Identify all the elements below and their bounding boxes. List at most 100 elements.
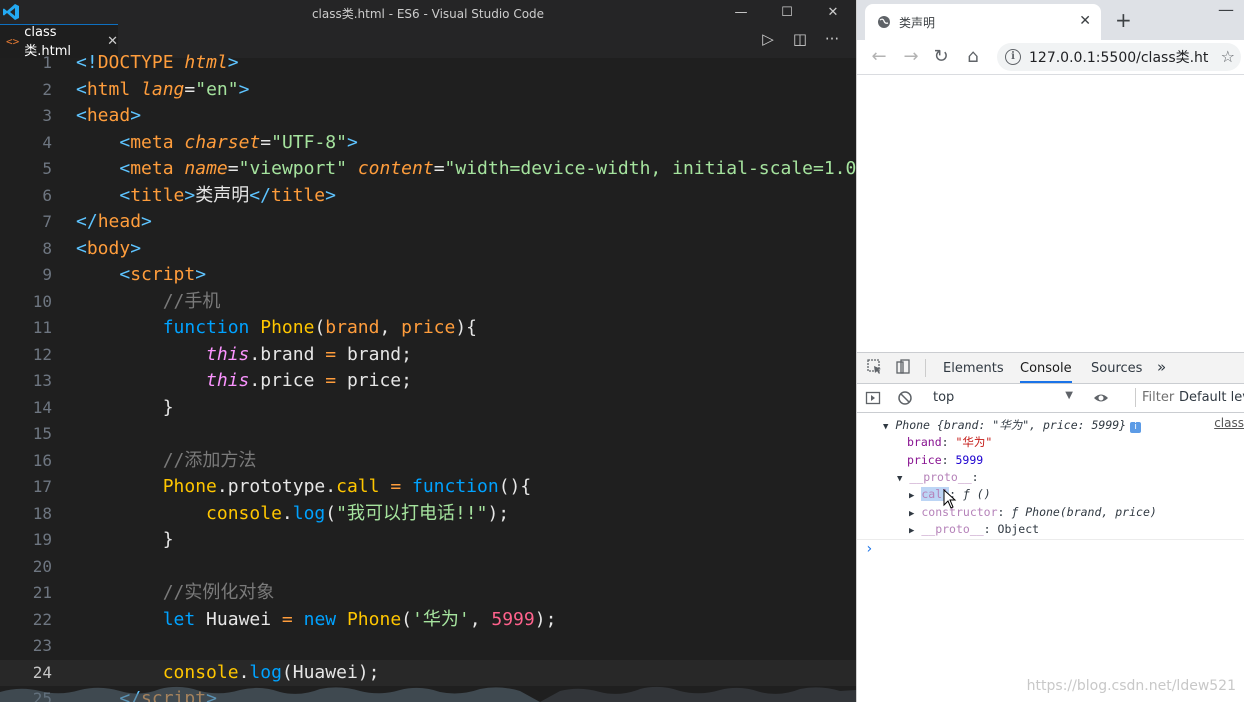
line-number: 2 bbox=[42, 79, 52, 99]
code-line[interactable]: 1 <!DOCTYPE html> bbox=[0, 50, 856, 76]
code-token: Phone bbox=[346, 608, 402, 630]
bookmark-star-icon[interactable]: ☆ bbox=[1221, 47, 1235, 66]
devtools-panel: Elements Console Sources » top ▼ Filter bbox=[857, 352, 1244, 702]
code-line[interactable]: 15 bbox=[0, 421, 856, 447]
code-token: "viewport" bbox=[238, 158, 347, 179]
back-icon[interactable]: ← bbox=[869, 46, 889, 67]
code-token: title bbox=[130, 184, 185, 206]
maximize-button[interactable]: ☐ bbox=[764, 0, 810, 24]
close-tab-icon[interactable]: ✕ bbox=[107, 34, 118, 49]
line-number: 17 bbox=[32, 477, 52, 496]
reload-icon[interactable]: ↻ bbox=[931, 46, 951, 67]
code-line[interactable]: 8 <body> bbox=[0, 236, 856, 262]
property-proto[interactable]: ▼ __proto__: bbox=[897, 469, 979, 487]
eye-icon[interactable] bbox=[1093, 390, 1109, 406]
code-token: charset bbox=[184, 131, 261, 153]
tab-sources[interactable]: Sources bbox=[1091, 361, 1142, 376]
context-selector[interactable]: top ▼ bbox=[933, 390, 1073, 405]
close-browser-tab-icon[interactable]: ✕ bbox=[1079, 13, 1091, 29]
code-token: function bbox=[412, 476, 499, 497]
log-levels-select[interactable]: Default lev bbox=[1179, 390, 1244, 405]
code-token: </ bbox=[76, 211, 98, 232]
clear-console-icon[interactable] bbox=[897, 390, 913, 406]
code-editor[interactable]: 1 <!DOCTYPE html> 2 <html lang="en"> 3 <head>… bbox=[0, 50, 856, 702]
console-log-entry[interactable]: ▼ Phone {brand: "华为", price: 5999} i bbox=[883, 417, 1142, 435]
line-number: 23 bbox=[32, 636, 52, 655]
property-proto-object[interactable]: ▶ __proto__: Object bbox=[909, 521, 1039, 539]
code-text: <head> bbox=[76, 103, 141, 129]
line-number: 13 bbox=[32, 371, 52, 390]
forward-icon[interactable]: → bbox=[901, 46, 921, 67]
code-line[interactable]: 6 <title>类声明</title> bbox=[0, 183, 856, 209]
close-window-button[interactable]: ✕ bbox=[810, 0, 856, 24]
source-link[interactable]: class bbox=[1214, 416, 1244, 430]
device-toolbar-icon[interactable] bbox=[895, 359, 911, 375]
code-line[interactable]: 5 <meta name="viewport" content="width=d… bbox=[0, 156, 856, 182]
line-number: 11 bbox=[32, 318, 52, 337]
code-token: (){ bbox=[498, 476, 532, 497]
code-token: //手机 bbox=[162, 290, 221, 312]
tab-console[interactable]: Console bbox=[1020, 361, 1072, 383]
code-token: = bbox=[433, 158, 445, 179]
filter-input[interactable]: Filter bbox=[1135, 388, 1180, 407]
home-icon[interactable]: ⌂ bbox=[963, 46, 983, 67]
more-tabs-icon[interactable]: » bbox=[1157, 358, 1166, 376]
code-text: } bbox=[76, 527, 174, 553]
code-line[interactable]: 13 this.price = price; bbox=[0, 368, 856, 394]
new-tab-button[interactable]: + bbox=[1115, 8, 1132, 32]
watermark-text: https://blog.csdn.net/ldew521 bbox=[1026, 678, 1236, 694]
code-line[interactable]: 21 //实例化对象 bbox=[0, 580, 856, 606]
code-line[interactable]: 19 } bbox=[0, 527, 856, 553]
split-editor-icon[interactable]: ◫ bbox=[790, 30, 810, 48]
minimize-button[interactable]: — bbox=[718, 0, 764, 24]
code-line[interactable]: 22 let Huawei = new Phone('华为', 5999); bbox=[0, 607, 856, 633]
sidebar-toggle-icon[interactable] bbox=[865, 390, 881, 406]
tab-elements[interactable]: Elements bbox=[943, 361, 1004, 376]
browser-tab[interactable]: 类声明 ✕ bbox=[865, 4, 1101, 40]
code-line[interactable]: 14 } bbox=[0, 395, 856, 421]
code-line[interactable]: 9 <script> bbox=[0, 262, 856, 288]
info-icon: i bbox=[1130, 422, 1142, 433]
code-token: < bbox=[76, 105, 87, 126]
code-token: > bbox=[238, 78, 250, 100]
code-line[interactable]: 16 //添加方法 bbox=[0, 448, 856, 474]
code-line[interactable]: 12 this.brand = brand; bbox=[0, 342, 856, 368]
code-token: meta bbox=[130, 158, 174, 179]
code-token: let bbox=[162, 608, 196, 630]
code-line[interactable]: 7 </head> bbox=[0, 209, 856, 235]
code-line[interactable]: 17 Phone.prototype.call = function(){ bbox=[0, 474, 856, 500]
code-line[interactable]: 3 <head> bbox=[0, 103, 856, 129]
code-text: <html lang="en"> bbox=[76, 77, 249, 103]
code-line[interactable]: 10 //手机 bbox=[0, 289, 856, 315]
code-text: console.log("我可以打电话!!"); bbox=[76, 501, 509, 527]
console-prompt[interactable]: › bbox=[865, 541, 873, 557]
inspect-element-icon[interactable] bbox=[867, 359, 883, 375]
code-line[interactable]: 23 bbox=[0, 633, 856, 659]
code-token: //实例化对象 bbox=[162, 582, 275, 603]
run-icon[interactable]: ▷ bbox=[758, 30, 778, 48]
site-info-icon[interactable]: i bbox=[1005, 49, 1021, 65]
code-line[interactable]: 4 <meta charset="UTF-8"> bbox=[0, 130, 856, 156]
property-price: price: 5999 bbox=[907, 453, 984, 467]
line-number: 1 bbox=[42, 53, 52, 72]
code-token: ( bbox=[401, 608, 412, 630]
browser-minimize-button[interactable]: — bbox=[1218, 0, 1234, 19]
code-line[interactable]: 2 <html lang="en"> bbox=[0, 77, 856, 103]
code-line[interactable]: 20 bbox=[0, 554, 856, 580]
code-text: //添加方法 bbox=[76, 448, 257, 474]
code-token: .price bbox=[249, 370, 326, 391]
more-actions-icon[interactable]: ··· bbox=[822, 30, 842, 48]
console-toolbar: top ▼ Filter Default lev bbox=[857, 384, 1244, 413]
code-line[interactable]: 18 console.log("我可以打电话!!"); bbox=[0, 501, 856, 527]
code-text: } bbox=[76, 395, 174, 421]
address-bar[interactable]: i 127.0.0.1:5500/class类.ht... ☆ bbox=[997, 43, 1241, 71]
code-line[interactable]: 11 function Phone(brand, price){ bbox=[0, 315, 856, 341]
line-number: 10 bbox=[32, 291, 52, 311]
